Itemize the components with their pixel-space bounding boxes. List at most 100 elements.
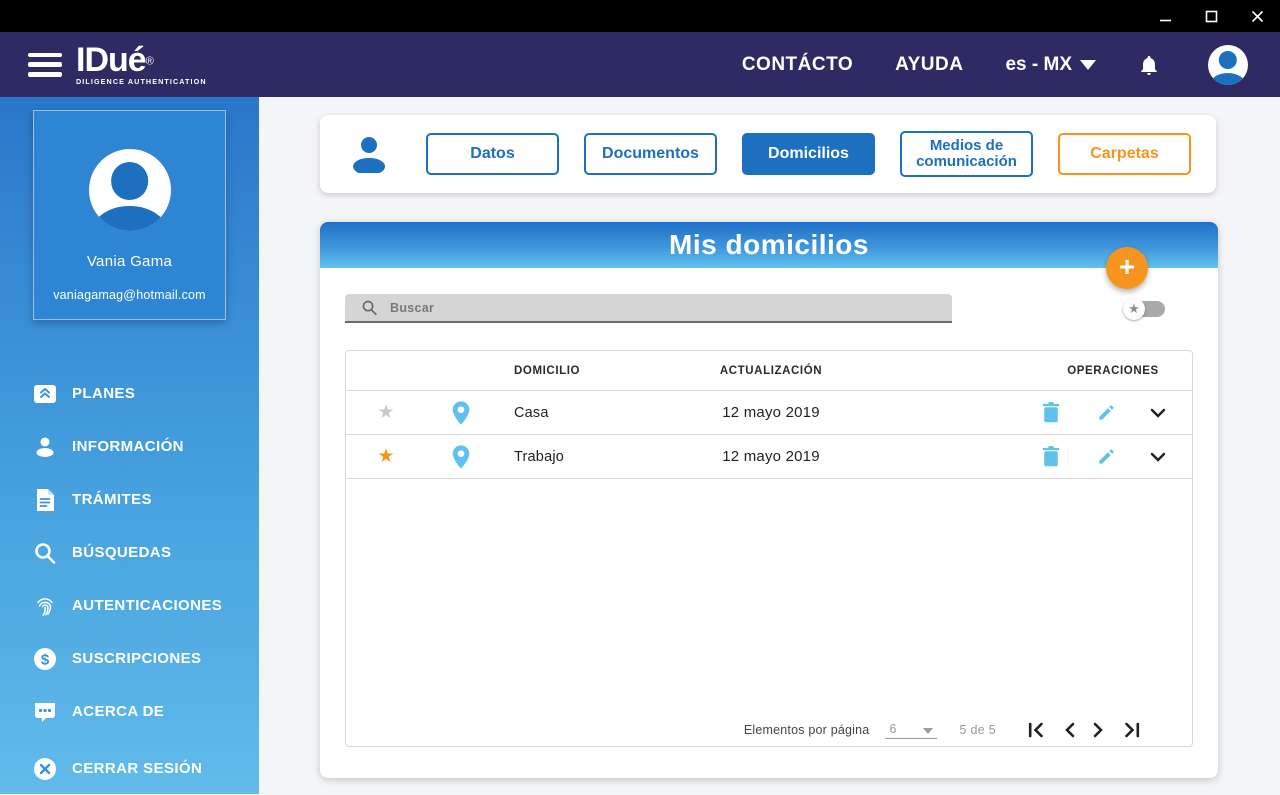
window-titlebar: [0, 0, 1280, 32]
favorite-star-icon[interactable]: ★: [346, 401, 426, 424]
chevron-down-icon: [923, 727, 934, 734]
minimize-button[interactable]: [1142, 0, 1188, 32]
sidebar-item-label: ACERCA DE: [72, 703, 165, 720]
edit-pencil-button[interactable]: [1095, 401, 1118, 424]
main-content: Datos Documentos Domicilios Medios de co…: [259, 97, 1280, 794]
page-size-value: 6: [889, 721, 897, 736]
tab-medios-de-comunicacion[interactable]: Medios de comunicación: [900, 131, 1033, 177]
tab-bar: Datos Documentos Domicilios Medios de co…: [426, 131, 1191, 177]
logo-text: IDué: [76, 41, 147, 80]
add-domicile-button[interactable]: +: [1106, 247, 1148, 289]
app-header: IDué® DILIGENCE AUTHENTICATION CONTÁCTO …: [0, 32, 1280, 97]
chat-icon: [32, 699, 58, 725]
sidebar-item-label: CERRAR SESIÓN: [72, 760, 203, 777]
profile-avatar: [88, 149, 171, 231]
expand-chevron-icon[interactable]: [1124, 452, 1192, 462]
search-box[interactable]: [345, 294, 952, 323]
table-header-row: DOMICILIO ACTUALIZACIÓN OPERACIONES: [346, 351, 1192, 391]
location-pin-icon: [426, 400, 496, 426]
logo-subtitle: DILIGENCE AUTHENTICATION: [76, 77, 207, 87]
document-icon: [32, 487, 58, 513]
sidebar-item-label: AUTENTICACIONES: [72, 597, 223, 614]
first-page-button[interactable]: [1026, 720, 1047, 740]
plans-icon: [32, 381, 58, 407]
close-button[interactable]: [1234, 0, 1280, 32]
sidebar: Vania Gama vaniagamag@hotmail.com PLANES…: [0, 97, 259, 794]
domicile-updated: 12 mayo 2019: [722, 448, 820, 465]
dollar-icon: $: [32, 646, 58, 672]
tab-domicilios[interactable]: Domicilios: [742, 133, 875, 175]
language-selector[interactable]: es - MX: [1005, 54, 1096, 76]
domiciles-panel: Mis domicilios + ★ DOMICILIO ACTUALIZACI…: [320, 222, 1218, 778]
person-icon: [350, 135, 388, 173]
previous-page-button[interactable]: [1061, 720, 1077, 740]
sidebar-item-label: TRÁMITES: [72, 491, 152, 508]
sidebar-item-cerrar-sesion[interactable]: CERRAR SESIÓN: [0, 742, 259, 795]
delete-button[interactable]: [1040, 444, 1062, 469]
panel-header: Mis domicilios: [320, 222, 1218, 268]
sidebar-item-busquedas[interactable]: BÚSQUEDAS: [0, 526, 259, 579]
search-row: ★: [345, 294, 1193, 324]
panel-title: Mis domicilios: [669, 229, 869, 260]
location-pin-icon: [426, 444, 496, 470]
sidebar-item-acerca-de[interactable]: ACERCA DE: [0, 685, 259, 738]
tab-carpetas[interactable]: Carpetas: [1058, 133, 1191, 175]
domicile-name: Trabajo: [514, 448, 565, 465]
chevron-down-icon: [1080, 59, 1096, 70]
table-row: ★ Trabajo 12 mayo 2019: [346, 435, 1192, 479]
page-range: 5 de 5: [959, 723, 996, 737]
pagination-bar: Elementos por página 6 5 de 5: [346, 714, 1192, 746]
menu-toggle-icon[interactable]: [28, 52, 62, 77]
contact-link[interactable]: CONTÁCTO: [742, 54, 853, 76]
domiciles-table: DOMICILIO ACTUALIZACIÓN OPERACIONES ★ Ca…: [345, 350, 1193, 747]
profile-email: vaniagamag@hotmail.com: [53, 288, 206, 302]
profile-name: Vania Gama: [86, 253, 173, 270]
search-input[interactable]: [390, 300, 930, 315]
items-per-page-label: Elementos por página: [743, 723, 870, 737]
tab-documentos[interactable]: Documentos: [584, 133, 717, 175]
favorite-star-icon[interactable]: ★: [346, 445, 426, 468]
domicile-name: Casa: [514, 404, 549, 421]
search-icon: [32, 540, 58, 566]
language-value: es - MX: [1005, 53, 1072, 75]
star-icon: ★: [1123, 298, 1145, 320]
tab-datos[interactable]: Datos: [426, 133, 559, 175]
page-size-select[interactable]: 6: [885, 721, 938, 739]
sidebar-item-label: BÚSQUEDAS: [72, 544, 172, 561]
domicile-updated: 12 mayo 2019: [722, 404, 820, 421]
sidebar-item-label: INFORMACIÓN: [72, 438, 184, 455]
registered-mark: ®: [145, 56, 154, 69]
logout-x-icon: [32, 756, 58, 782]
maximize-button[interactable]: [1188, 0, 1234, 32]
sidebar-item-informacion[interactable]: INFORMACIÓN: [0, 420, 259, 473]
sidebar-item-autenticaciones[interactable]: AUTENTICACIONES: [0, 579, 259, 632]
sidebar-item-label: PLANES: [72, 385, 136, 402]
column-header-domicilio: DOMICILIO: [514, 364, 581, 377]
profile-card: Vania Gama vaniagamag@hotmail.com: [33, 110, 226, 320]
notifications-bell-icon[interactable]: [1138, 53, 1160, 77]
column-header-actualizacion: ACTUALIZACIÓN: [719, 364, 823, 377]
edit-pencil-button[interactable]: [1095, 445, 1118, 468]
last-page-button[interactable]: [1121, 720, 1142, 740]
search-icon: [362, 300, 377, 316]
sidebar-item-label: SUSCRIPCIONES: [72, 650, 202, 667]
column-header-operaciones: OPERACIONES: [1067, 364, 1159, 377]
app-logo: IDué® DILIGENCE AUTHENTICATION: [76, 43, 207, 85]
expand-chevron-icon[interactable]: [1124, 408, 1192, 418]
sidebar-item-suscripciones[interactable]: $ SUSCRIPCIONES: [0, 632, 259, 685]
next-page-button[interactable]: [1091, 720, 1107, 740]
person-icon: [32, 434, 58, 460]
sidebar-item-tramites[interactable]: TRÁMITES: [0, 473, 259, 526]
help-link[interactable]: AYUDA: [895, 54, 963, 76]
favorites-filter-toggle[interactable]: ★: [1123, 298, 1165, 320]
fingerprint-icon: [32, 593, 58, 619]
user-avatar[interactable]: [1208, 44, 1248, 85]
person-icon: [1208, 45, 1248, 85]
profile-tabs-card: Datos Documentos Domicilios Medios de co…: [320, 115, 1216, 193]
person-icon: [89, 149, 171, 231]
sidebar-item-planes[interactable]: PLANES: [0, 367, 259, 420]
svg-text:$: $: [41, 651, 50, 668]
table-row: ★ Casa 12 mayo 2019: [346, 391, 1192, 435]
sidebar-menu: PLANES INFORMACIÓN TRÁMITES BÚSQUEDAS AU…: [0, 367, 259, 738]
delete-button[interactable]: [1040, 400, 1062, 425]
